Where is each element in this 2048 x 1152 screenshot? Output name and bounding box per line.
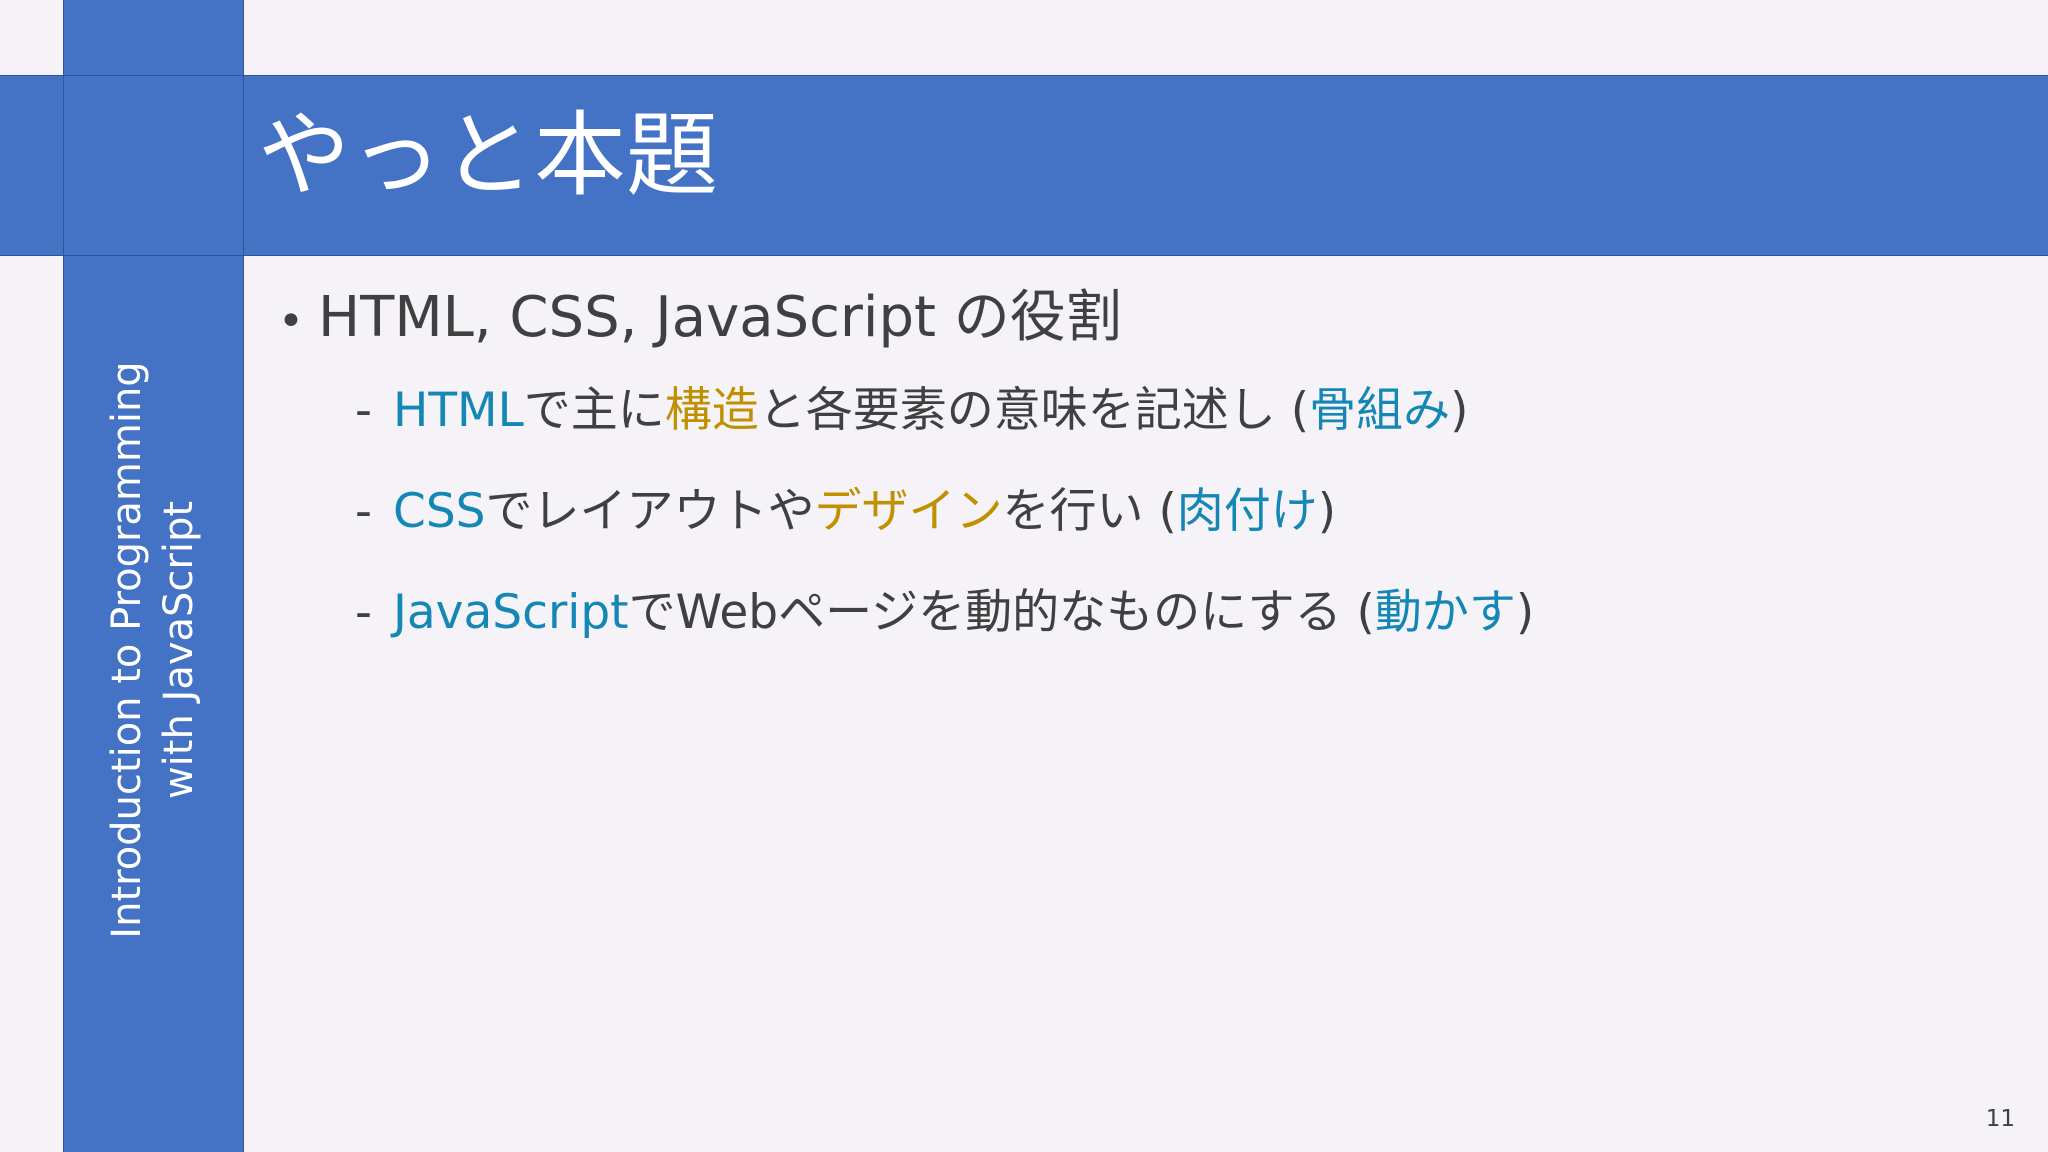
text-segment: と各要素の意味を記述し ( [758,383,1310,438]
keyword-gold: 構造 [664,383,759,438]
keyword-blue: 骨組み [1309,383,1451,438]
dash-marker: - [355,484,372,539]
sub-item: - JavaScriptでWebページを動的なものにする (動かす) [355,582,1534,644]
divider-line-left [63,0,64,1152]
keyword-gold: デザイン [814,484,1003,539]
text-segment: でWebページを動的なものにする ( [628,585,1375,640]
sub-list: - HTMLで主に構造と各要素の意味を記述し (骨組み) - CSSでレイアウトやデザ… [355,380,1534,644]
sub-item-text: CSSでレイアウトやデザインを行い (肉付け) [393,481,1336,543]
divider-line-bottom [0,255,2048,256]
keyword-blue: 動かす [1374,585,1516,640]
text-segment: を行い ( [1002,484,1177,539]
sub-item-text: JavaScriptでWebページを動的なものにする (動かす) [393,582,1534,644]
course-title-vertical: Introduction to Programming with JavaScr… [101,250,205,1050]
course-title-line-2: with JavaScript [156,500,202,800]
sub-item: - CSSでレイアウトやデザインを行い (肉付け) [355,481,1534,543]
text-segment: でレイアウトや [485,484,815,539]
divider-line-top [0,75,2048,76]
text-segment: ) [1450,383,1469,438]
slide-title: やっと本題 [258,102,719,209]
keyword-blue: JavaScript [393,585,629,640]
bullet-marker: • [278,296,304,347]
course-title-line-1: Introduction to Programming [104,361,150,939]
text-segment: で主に [523,383,665,438]
dash-marker: - [355,383,372,438]
divider-line-right [243,0,244,1152]
text-segment: ) [1515,585,1535,640]
dash-marker: - [355,585,372,640]
keyword-blue: 肉付け [1176,484,1318,539]
sub-item: - HTMLで主に構造と各要素の意味を記述し (骨組み) [355,380,1534,442]
text-segment: ) [1317,484,1337,539]
keyword-blue: CSS [393,484,486,539]
page-number: 11 [1985,1106,2015,1132]
slide: Introduction to Programming with JavaScr… [0,0,2048,1152]
bullet-text: HTML, CSS, JavaScript の役割 [318,285,1122,350]
bullet-item: • HTML, CSS, JavaScript の役割 [278,282,1534,358]
keyword-blue: HTML [393,383,524,438]
slide-content: • HTML, CSS, JavaScript の役割 - HTMLで主に構造と各… [278,282,1534,683]
sub-item-text: HTMLで主に構造と各要素の意味を記述し (骨組み) [393,380,1468,442]
